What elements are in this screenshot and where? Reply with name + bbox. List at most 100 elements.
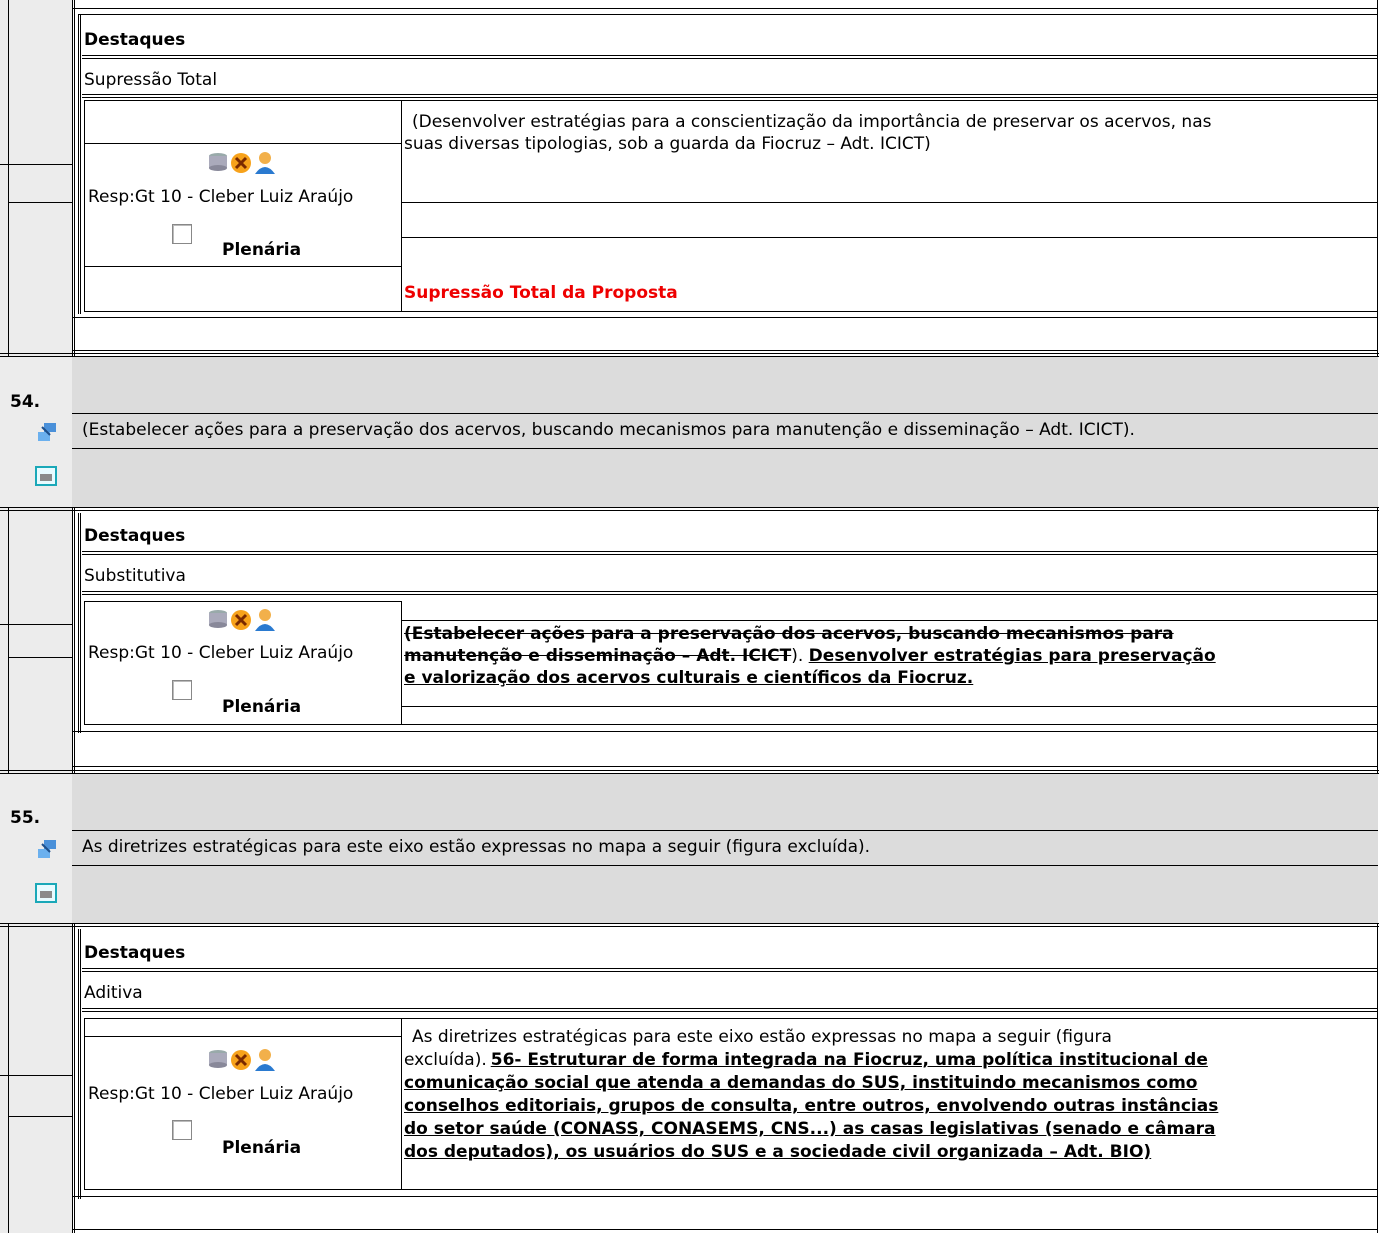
destaque-type: Supressão Total [84,70,218,90]
closing-paren: ). [791,646,804,666]
plenaria-checkbox[interactable] [172,224,192,244]
divider [401,620,1377,621]
divider [72,350,1377,351]
divider [84,266,401,267]
action-icons [209,152,275,174]
destaques-header: Destaques [84,943,186,963]
proposal-text: (Estabelecer ações para a preservação do… [82,420,1135,440]
proposal-text: (Desenvolver estratégias para a conscien… [412,112,1212,132]
divider [72,413,1378,414]
divider [84,1036,401,1037]
divider [84,1189,1377,1190]
destaque-type: Aditiva [84,983,143,1003]
inserted-text: conselhos editoriais, grupos de consulta… [404,1096,1219,1116]
responsible: Resp:Gt 10 - Cleber Luiz Araújo [88,1084,354,1104]
divider [0,923,1379,927]
left-column [0,0,72,1233]
divider [82,94,1377,98]
divider [0,624,72,625]
divider [72,1229,1377,1230]
divider [72,8,1377,9]
divider [82,968,1377,972]
delete-x-icon[interactable] [231,610,251,630]
action-icons [209,1049,275,1071]
plenaria-label: Plenária [222,1138,302,1158]
inserted-text: comunicação social que atenda a demandas… [404,1073,1198,1093]
plenaria-label: Plenária [222,240,302,260]
divider [0,507,1379,511]
plenaria-label: Plenária [222,697,302,717]
inserted-text: do setor saúde (CONASS, CONASEMS, CNS...… [404,1119,1216,1139]
print-icon[interactable] [35,883,57,903]
database-icon[interactable] [209,153,227,171]
divider [84,100,1377,101]
plenaria-checkbox[interactable] [172,680,192,700]
inserted-text: Desenvolver estratégias para preservação [808,646,1216,666]
link-icon[interactable] [36,421,58,443]
destaques-frame [78,14,81,314]
divider [84,601,401,602]
divider [72,448,1378,449]
divider [0,164,72,165]
divider [84,100,85,312]
divider [401,202,1377,203]
divider [72,865,1378,866]
responsible: Resp:Gt 10 - Cleber Luiz Araújo [88,187,354,207]
divider [78,513,81,733]
divider [8,202,72,203]
user-icon[interactable] [255,1049,275,1071]
destaques-header: Destaques [84,526,186,546]
divider [0,1075,72,1076]
delete-x-icon[interactable] [231,153,251,173]
proposal-text-line: manutenção e disseminação – Adt. ICICT).… [404,646,1216,667]
destaques-header: Destaques [84,30,186,50]
divider [78,929,81,1199]
divider [72,731,1377,732]
divider [84,1018,1377,1019]
destaque-type: Substitutiva [84,566,186,586]
divider [82,55,1377,59]
divider [401,706,1377,707]
proposal-text-line: excluída). 56- Estruturar de forma integr… [404,1050,1208,1071]
divider [72,766,1377,767]
column-divider [72,0,75,1233]
user-icon[interactable] [255,609,275,631]
divider [401,1018,402,1190]
link-icon[interactable] [36,838,58,860]
proposal-text: As diretrizes estratégicas para este eix… [412,1027,1112,1047]
print-icon[interactable] [35,466,57,486]
divider [72,1196,1377,1197]
right-border [1377,0,1378,1233]
divider [84,724,1377,725]
plenaria-checkbox[interactable] [172,1120,192,1140]
divider [72,317,1377,318]
outer-border [8,0,9,1233]
proposal-number: 54. [10,392,41,412]
divider [8,657,72,658]
divider [82,1008,1377,1012]
action-icons [209,609,275,631]
divider [82,591,1377,595]
proposal-text: As diretrizes estratégicas para este eix… [82,837,871,857]
inserted-text: 56- Estruturar de forma integrada na Fio… [490,1050,1208,1070]
proposal-text: suas diversas tipologias, sob a guarda d… [404,134,931,154]
divider [78,14,1377,15]
responsible: Resp:Gt 10 - Cleber Luiz Araújo [88,643,354,663]
divider [84,143,401,144]
divider [82,551,1377,555]
struck-text: manutenção e disseminação – Adt. ICICT [404,646,792,666]
user-icon[interactable] [255,152,275,174]
divider [401,237,1377,238]
divider [84,601,85,725]
plain-text: excluída). [404,1050,487,1070]
divider [8,1116,72,1117]
inserted-text: e valorização dos acervos culturais e ci… [404,668,974,688]
database-icon[interactable] [209,1050,227,1068]
inserted-text: dos deputados), os usuários do SUS e a s… [404,1142,1152,1162]
proposal-number: 55. [10,808,41,828]
delete-x-icon[interactable] [231,1050,251,1070]
database-icon[interactable] [209,610,227,628]
suppression-notice: Supressão Total da Proposta [404,283,678,303]
struck-text: (Estabelecer ações para a preservação do… [404,624,1174,644]
divider [84,1018,85,1190]
